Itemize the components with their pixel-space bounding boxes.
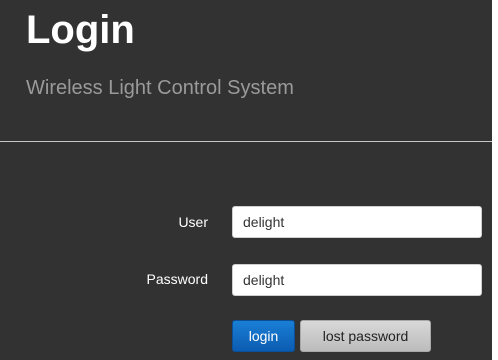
- user-input[interactable]: [232, 206, 482, 238]
- header-divider: [0, 141, 492, 142]
- page-title: Login: [26, 8, 135, 52]
- password-input[interactable]: [232, 264, 482, 296]
- lost-password-button[interactable]: lost password: [300, 320, 431, 352]
- login-panel: Login Wireless Light Control System User…: [0, 0, 492, 360]
- login-button[interactable]: login: [232, 320, 295, 352]
- page-subtitle: Wireless Light Control System: [26, 77, 294, 99]
- password-label: Password: [146, 271, 208, 287]
- user-label: User: [178, 214, 208, 230]
